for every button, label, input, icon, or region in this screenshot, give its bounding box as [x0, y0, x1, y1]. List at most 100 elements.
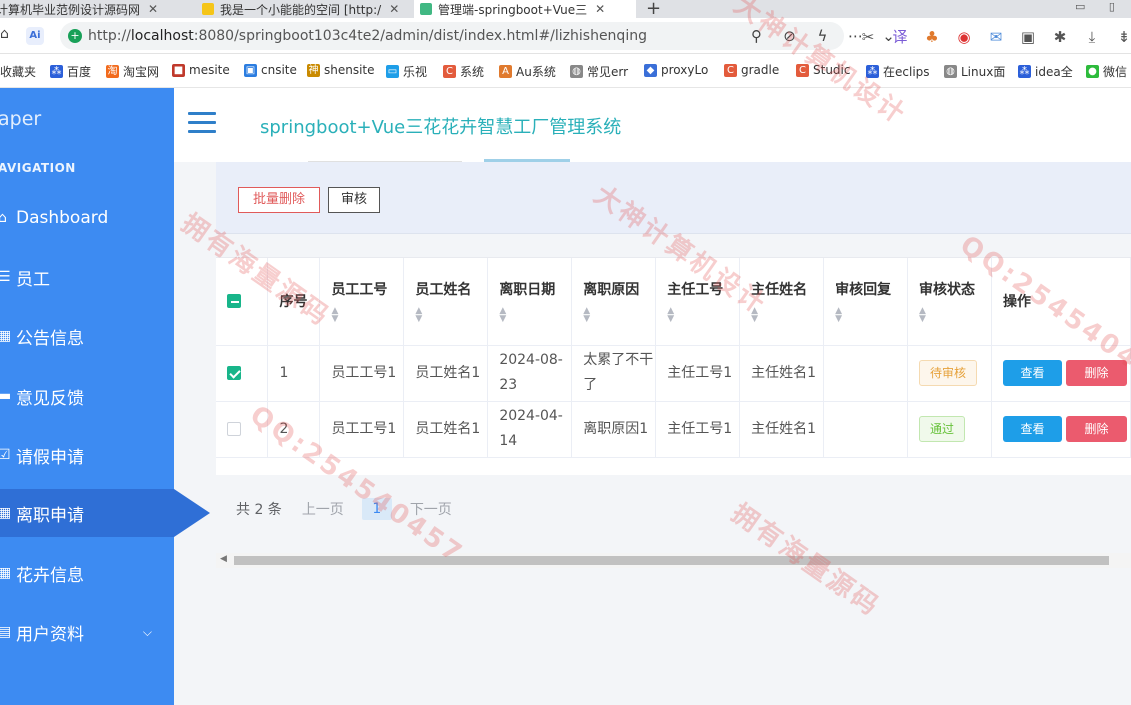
delete-button[interactable]: 删除 [1065, 416, 1127, 442]
horizontal-scrollbar[interactable]: ◀ [216, 553, 1131, 568]
home-icon: ⌂ [0, 210, 7, 226]
window-controls[interactable]: ▭ ▯ [1075, 0, 1125, 13]
url-path: :8080/springboot103c4te2/admin/dist/inde… [193, 28, 647, 44]
page-number-button[interactable]: 1 [361, 498, 392, 520]
sort-icon[interactable]: ▲ ▼ [415, 307, 487, 324]
weibo-icon[interactable]: ◉ [948, 28, 980, 46]
prev-page-button[interactable]: 上一页 [302, 499, 344, 519]
close-icon[interactable]: ✕ [595, 2, 605, 16]
sort-icon[interactable]: ▲ ▼ [751, 307, 823, 324]
bookmark-item[interactable]: Cgradle [724, 63, 779, 77]
column-header[interactable]: 主任工号 ▲ ▼ [655, 258, 741, 346]
sidebar-item-dashboard[interactable]: ⌂ Dashboard [0, 194, 174, 242]
bookmark-item[interactable]: ■ mesite [172, 63, 230, 77]
row-checkbox[interactable] [227, 421, 241, 436]
home-icon[interactable]: ⌂ [0, 26, 9, 42]
url-scheme: http:// [88, 28, 131, 44]
close-icon[interactable]: ✕ [389, 2, 399, 16]
column-header[interactable]: 员工工号 ▲ ▼ [319, 258, 405, 346]
menu-icon[interactable]: ⇟ [1108, 28, 1131, 46]
audit-button[interactable]: 审核 [328, 187, 380, 213]
bookmark-item[interactable]: ● 微信 [1086, 63, 1127, 80]
sidebar-item-employee[interactable]: ☰ 员工 [0, 253, 174, 301]
bookmark-item[interactable]: ⁂ idea全 [1018, 63, 1073, 80]
translate-icon[interactable]: 译 [884, 26, 916, 47]
sidebar-item-user-profile[interactable]: ▤ 用户资料 ⌵ [0, 608, 174, 656]
sort-icon[interactable]: ▲ ▼ [667, 307, 739, 324]
close-icon[interactable]: ✕ [148, 2, 158, 16]
delete-button[interactable]: 删除 [1065, 360, 1127, 386]
puzzle-icon[interactable]: ✱ [1044, 28, 1076, 46]
sidebar-item-label: 公告信息 [16, 328, 84, 349]
column-header: 序号 [267, 258, 321, 346]
bookmark-item[interactable]: ◍ 常见err [570, 63, 628, 80]
select-all-checkbox[interactable] [227, 294, 241, 309]
bookmark-item[interactable]: ⁂ 百度 [50, 63, 91, 80]
hamburger-menu-icon[interactable] [188, 112, 216, 134]
column-header[interactable]: 主任姓名 ▲ ▼ [739, 258, 825, 346]
sidebar-item-feedback[interactable]: ▬ 意见反馈 [0, 372, 174, 420]
sidebar-logo: aper [0, 108, 42, 130]
column-label: 审核回复 [835, 282, 892, 299]
select-all-cell [216, 258, 269, 346]
browser-tab-2[interactable]: 我是一个小能能的空间 [http:/ ✕ [196, 0, 410, 18]
globe-icon: ◍ [570, 65, 583, 78]
column-label: 操作 [1002, 294, 1031, 311]
sort-icon[interactable]: ▲ ▼ [583, 307, 655, 324]
new-tab-icon[interactable]: + [646, 0, 661, 18]
sidebar-item-resignation[interactable]: ▦ 离职申请 [0, 489, 174, 537]
bookmark-item[interactable]: 淘淘宝网 [106, 63, 159, 80]
bookmark-label: cnsite [261, 63, 297, 77]
mail-icon[interactable]: ✉ [980, 28, 1012, 46]
browser-tabbar: 计算机毕业范例设计源码网 ✕ 我是一个小能能的空间 [http:/ ✕ 管理端-… [0, 0, 1131, 18]
bolt-icon[interactable]: ϟ [806, 27, 839, 45]
download-icon[interactable]: ⤓ [1076, 28, 1108, 46]
column-header[interactable]: 审核回复 ▲ ▼ [823, 258, 909, 346]
bookmark-label: 微信 [1103, 65, 1128, 79]
browser-tab-3[interactable]: 管理端-springboot+Vue三 ✕ [414, 0, 636, 18]
url-text[interactable]: http://localhost:8080/springboot103c4te2… [88, 28, 647, 44]
url-field[interactable]: + http://localhost:8080/springboot103c4t… [60, 22, 895, 50]
status-badge: 通过 [919, 416, 966, 442]
column-header[interactable]: 离职原因 ▲ ▼ [571, 258, 657, 346]
compass-icon[interactable]: ⊘ [773, 27, 806, 45]
sidebar-item-label: Dashboard [16, 208, 109, 228]
bookmark-item[interactable]: A Au系统 [499, 63, 556, 80]
bookmark-item[interactable]: C Studic [796, 63, 850, 77]
sort-icon[interactable]: ▲ ▼ [331, 307, 403, 324]
batch-delete-button[interactable]: 批量删除 [238, 187, 320, 213]
sidebar-item-flowers[interactable]: ▦ 花卉信息 [0, 549, 174, 597]
row-checkbox[interactable] [227, 365, 241, 380]
column-header[interactable]: 离职日期 ▲ ▼ [487, 258, 573, 346]
game-icon[interactable]: ♣ [916, 28, 948, 46]
bookmark-item[interactable]: ⁂ 在eclips [866, 63, 930, 80]
sidebar-item-leave-request[interactable]: ☑ 请假申请 [0, 431, 174, 479]
view-button[interactable]: 查看 [1002, 416, 1062, 442]
bookmark-item[interactable]: ◍ Linux面 [944, 63, 1005, 80]
sort-icon[interactable]: ▲ ▼ [499, 307, 571, 324]
baidu-icon: ⁂ [866, 65, 879, 78]
sort-icon[interactable]: ▲ ▼ [835, 307, 907, 324]
bookmark-item[interactable]: 收藏夹 [0, 63, 36, 80]
shield-icon[interactable]: ▣ [1012, 28, 1044, 46]
view-button[interactable]: 查看 [1002, 360, 1062, 386]
table-cell: 员工姓名1 [403, 345, 489, 402]
bookmark-item[interactable]: 神 shensite [307, 63, 375, 77]
zoom-icon[interactable]: ⚲ [740, 27, 773, 45]
bookmark-item[interactable]: ◆ proxyLo [644, 63, 708, 77]
column-header[interactable]: 员工姓名 ▲ ▼ [403, 258, 489, 346]
scissors-icon[interactable]: ✂ [852, 28, 884, 46]
bookmark-item[interactable]: ▣ cnsite [244, 63, 297, 77]
sidebar-item-announcements[interactable]: ▦ 公告信息 [0, 312, 174, 360]
ai-icon[interactable]: Ai [26, 27, 44, 45]
column-header[interactable]: 审核状态 ▲ ▼ [907, 258, 992, 346]
sort-icon[interactable]: ▲ ▼ [919, 307, 991, 324]
scroll-left-icon[interactable]: ◀ [220, 554, 227, 564]
browser-tab-1[interactable]: 计算机毕业范例设计源码网 ✕ [0, 0, 190, 18]
cnsite-icon: ▣ [244, 63, 257, 77]
bookmark-item[interactable]: C 系统 [443, 63, 484, 80]
pagination: 共 2 条 上一页 1 下一页 [236, 497, 452, 521]
scrollbar-thumb[interactable] [234, 556, 1109, 565]
next-page-button[interactable]: 下一页 [410, 499, 452, 519]
bookmark-item[interactable]: ▭ 乐视 [386, 63, 427, 80]
